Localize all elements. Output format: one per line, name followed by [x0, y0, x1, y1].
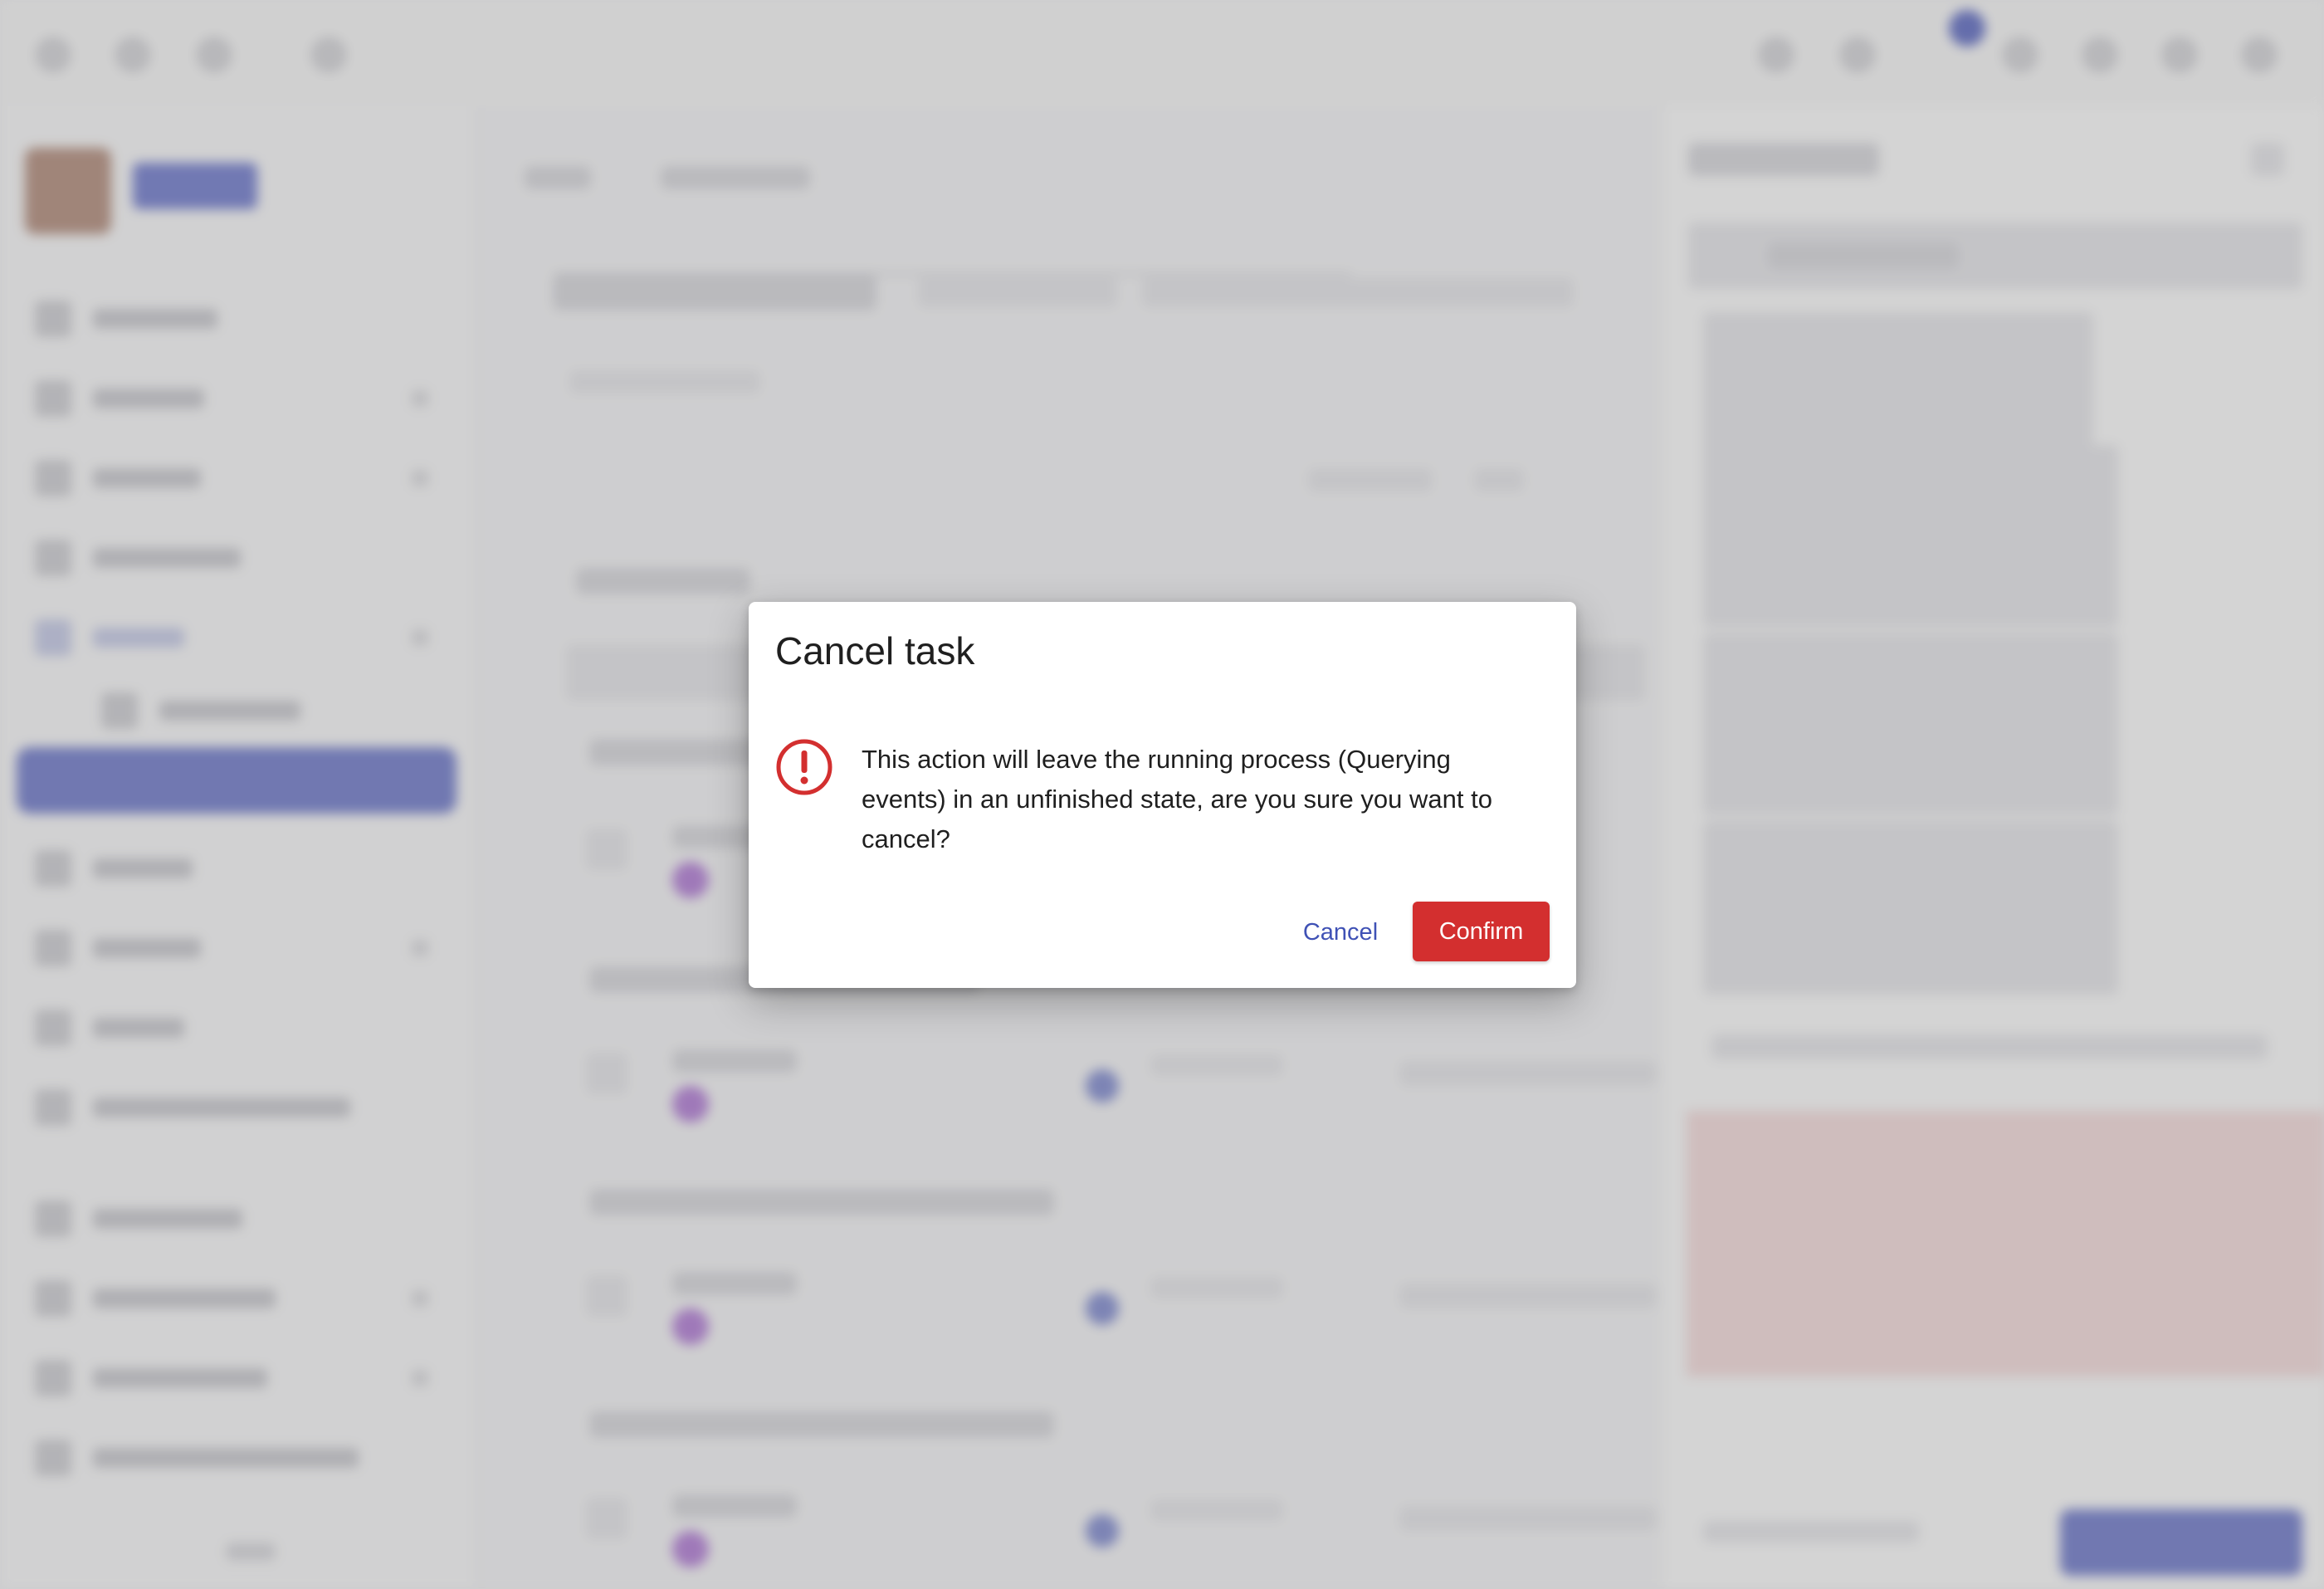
cancel-task-dialog: Cancel task This action will leave the r… — [749, 602, 1576, 988]
dialog-title: Cancel task — [775, 629, 975, 672]
dialog-message: This action will leave the running proce… — [862, 745, 1492, 853]
cancel-button[interactable]: Cancel — [1296, 902, 1384, 962]
confirm-button[interactable]: Confirm — [1413, 902, 1550, 961]
error-outline-icon — [776, 739, 832, 795]
